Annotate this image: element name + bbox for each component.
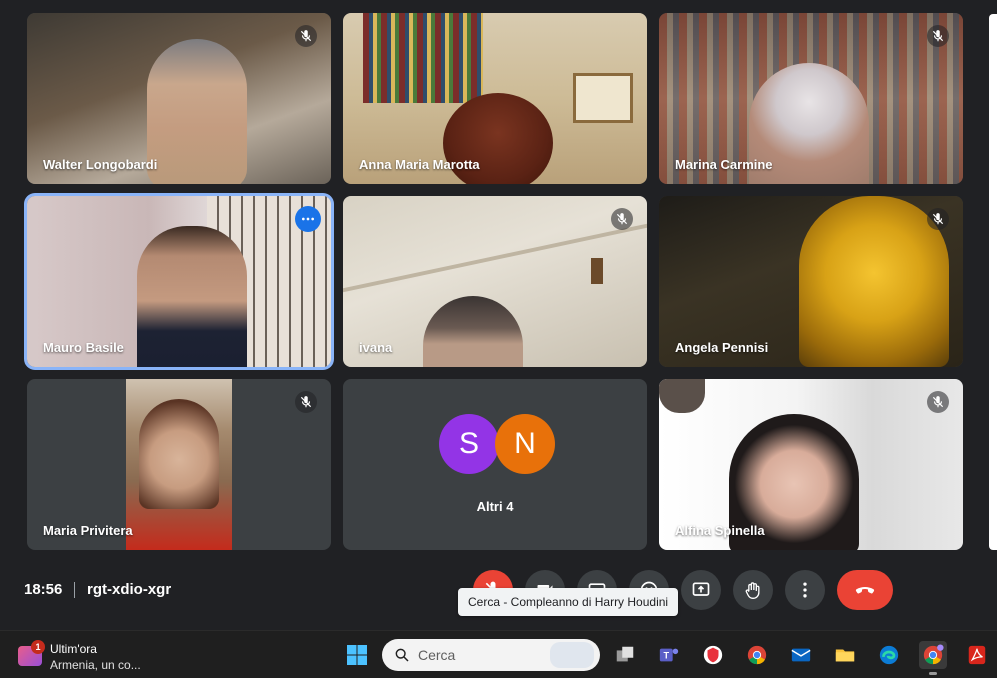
person-figure — [137, 226, 247, 367]
participant-tile[interactable]: Maria Privitera — [27, 379, 331, 550]
mic-off-icon — [927, 25, 949, 47]
participant-name: Maria Privitera — [43, 523, 133, 538]
hand-icon — [745, 582, 760, 600]
news-widget[interactable]: 1 Ultim'ora Armenia, un co... — [18, 640, 158, 672]
participant-name: Marina Carmine — [675, 157, 773, 172]
wall-cross — [591, 258, 603, 284]
picture-frame — [573, 73, 633, 123]
participant-name: Anna Maria Marotta — [359, 157, 480, 172]
search-highlight-icon — [550, 642, 594, 668]
search-box[interactable]: Cerca — [382, 639, 600, 671]
participant-tile[interactable]: Angela Pennisi — [659, 196, 963, 367]
active-indicator — [929, 672, 937, 675]
raise-hand-button[interactable] — [733, 570, 773, 610]
more-options-button[interactable] — [785, 570, 825, 610]
person-figure — [147, 39, 247, 184]
mic-off-icon — [295, 25, 317, 47]
present-button[interactable] — [681, 570, 721, 610]
search-tooltip: Cerca - Compleanno di Harry Houdini — [458, 588, 679, 616]
present-icon — [692, 582, 710, 596]
participant-name: Mauro Basile — [43, 340, 124, 355]
search-icon — [395, 648, 409, 662]
mic-off-icon — [611, 208, 633, 230]
news-subtitle: Armenia, un co... — [50, 658, 141, 672]
mic-off-icon — [927, 208, 949, 230]
mail-icon[interactable] — [787, 641, 815, 669]
vpn-icon[interactable] — [699, 641, 727, 669]
more-options-icon[interactable] — [295, 206, 321, 232]
avatar: N — [495, 414, 555, 474]
mic-off-icon — [927, 391, 949, 413]
end-call-icon — [855, 587, 875, 594]
side-panel-edge — [989, 14, 997, 550]
others-tile[interactable]: S N Altri 4 — [343, 379, 647, 550]
end-call-button[interactable] — [837, 570, 893, 610]
others-label: Altri 4 — [476, 499, 514, 514]
teams-icon[interactable]: T — [655, 641, 683, 669]
participant-tile[interactable]: Anna Maria Marotta — [343, 13, 647, 184]
participant-name: Angela Pennisi — [675, 340, 769, 355]
meeting-stage: Walter Longobardi Anna Maria Marotta Mar… — [0, 0, 997, 630]
meeting-code: rgt-xdio-xgr — [87, 581, 172, 598]
mic-off-icon — [295, 391, 317, 413]
search-placeholder: Cerca — [418, 647, 456, 663]
person-figure — [139, 399, 219, 509]
participant-tile[interactable]: Marina Carmine — [659, 13, 963, 184]
svg-text:T: T — [663, 651, 669, 661]
participant-tile[interactable]: ivana — [343, 196, 647, 367]
notification-badge: 1 — [31, 640, 45, 654]
windows-start-icon[interactable] — [343, 641, 371, 669]
meeting-time: 18:56 — [24, 581, 63, 598]
news-title: Ultim'ora — [50, 642, 97, 656]
more-icon — [803, 582, 807, 598]
task-view-icon[interactable] — [611, 641, 639, 669]
participant-name: ivana — [359, 340, 393, 355]
mug — [659, 379, 705, 413]
taskbar: 1 Ultim'ora Armenia, un co... Cerca T — [0, 630, 997, 678]
avatar: S — [439, 414, 499, 474]
divider — [74, 582, 75, 598]
chrome-icon[interactable] — [743, 641, 771, 669]
participant-tile[interactable]: Walter Longobardi — [27, 13, 331, 184]
chrome-profile-icon[interactable] — [919, 641, 947, 675]
acrobat-icon[interactable] — [963, 641, 991, 669]
participant-name: Walter Longobardi — [43, 157, 158, 172]
edge-icon[interactable] — [875, 641, 903, 669]
participant-tile[interactable]: Alfina Spinella — [659, 379, 963, 550]
participant-name: Alfina Spinella — [675, 523, 765, 538]
bookshelf — [363, 13, 483, 103]
participant-tile-active[interactable]: Mauro Basile — [27, 196, 331, 367]
file-explorer-icon[interactable] — [831, 641, 859, 669]
